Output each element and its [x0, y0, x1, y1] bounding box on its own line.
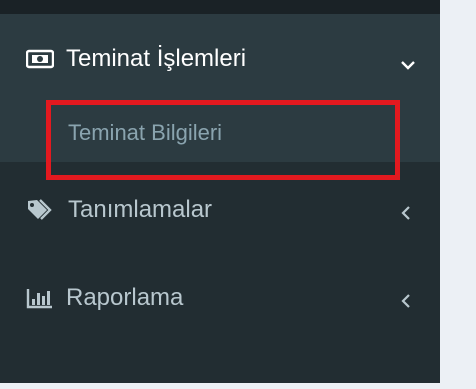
chevron-down-icon — [400, 50, 416, 78]
menu-item-label: Raporlama — [66, 284, 184, 311]
money-bill-icon — [26, 49, 54, 69]
submenu-item-label: Teminat Bilgileri — [68, 120, 223, 145]
chevron-left-icon — [400, 288, 412, 316]
chevron-left-icon — [400, 200, 412, 228]
tags-icon — [26, 197, 56, 223]
content-area-edge — [0, 383, 476, 389]
menu-item-teminat-islemleri[interactable]: Teminat İşlemleri — [0, 14, 440, 104]
submenu-item-teminat-bilgileri[interactable]: Teminat Bilgileri — [0, 104, 440, 162]
menu-item-tanimlamalar[interactable]: Tanımlamalar — [0, 182, 440, 238]
sidebar: Teminat İşlemleri Teminat Bilgileri Tanı… — [0, 0, 440, 389]
sidebar-top-strip — [0, 0, 440, 14]
menu-item-label: Tanımlamalar — [68, 196, 213, 223]
menu-item-label: Teminat İşlemleri — [66, 45, 247, 72]
menu-item-raporlama[interactable]: Raporlama — [0, 270, 440, 326]
bar-chart-icon — [26, 287, 54, 309]
